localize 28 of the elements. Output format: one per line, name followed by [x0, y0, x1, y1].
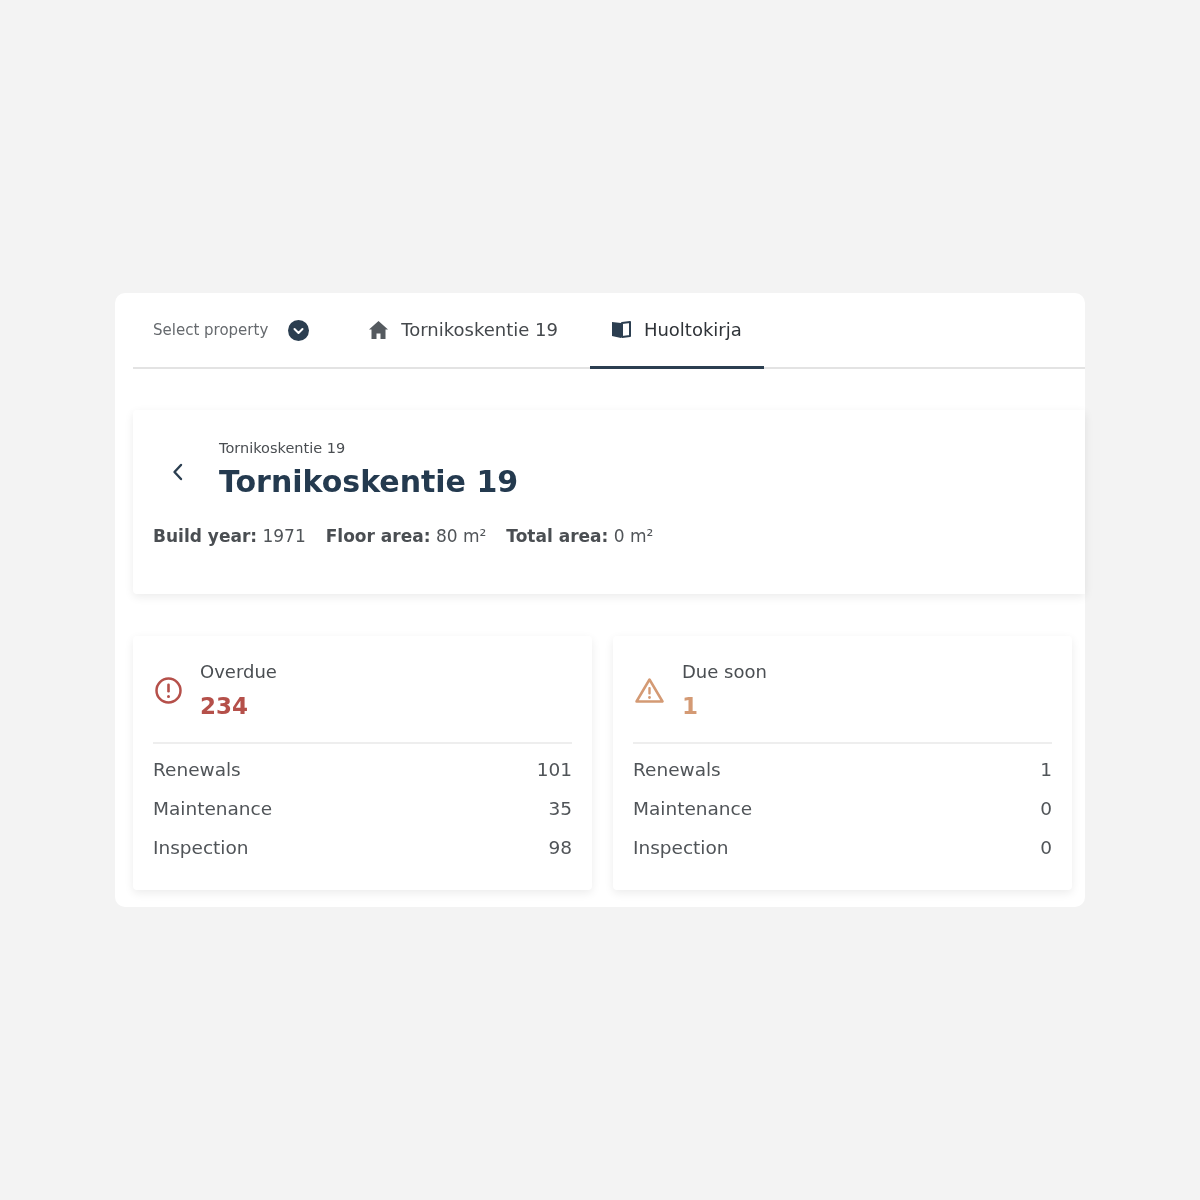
category-count: 101 — [536, 759, 572, 780]
chevron-down-icon — [288, 319, 310, 341]
summary-label: Overdue — [200, 661, 277, 682]
property-stat: Build year: 1971 — [153, 526, 306, 546]
category-count: 0 — [1040, 837, 1052, 858]
back-icon[interactable] — [172, 463, 183, 481]
breadcrumb: Tornikoskentie 19 — [219, 440, 347, 456]
summary-count: 1 — [682, 693, 699, 719]
category-count: 35 — [548, 798, 572, 819]
category-label: Maintenance — [153, 798, 273, 819]
category-count: 1 — [1040, 759, 1052, 780]
tab[interactable]: Huoltokirja — [589, 293, 764, 369]
property-stat: Floor area: 80 m² — [325, 526, 487, 546]
house-icon — [369, 320, 389, 339]
category-label: Inspection — [633, 837, 729, 858]
category-label: Inspection — [153, 837, 249, 858]
summary-count: 234 — [200, 693, 249, 719]
category-label: Renewals — [153, 759, 241, 780]
category-count: 98 — [548, 837, 572, 858]
category-label: Renewals — [633, 759, 721, 780]
summary-label: Due soon — [682, 661, 767, 682]
category-count: 0 — [1040, 798, 1052, 819]
property-select[interactable]: Select property — [153, 293, 310, 367]
tab[interactable]: Tornikoskentie 19 — [347, 293, 580, 369]
property-title: Tornikoskentie 19 — [219, 464, 519, 500]
book-icon — [611, 321, 631, 338]
property-stat: Total area: 0 m² — [506, 526, 654, 546]
category-label: Maintenance — [633, 798, 753, 819]
